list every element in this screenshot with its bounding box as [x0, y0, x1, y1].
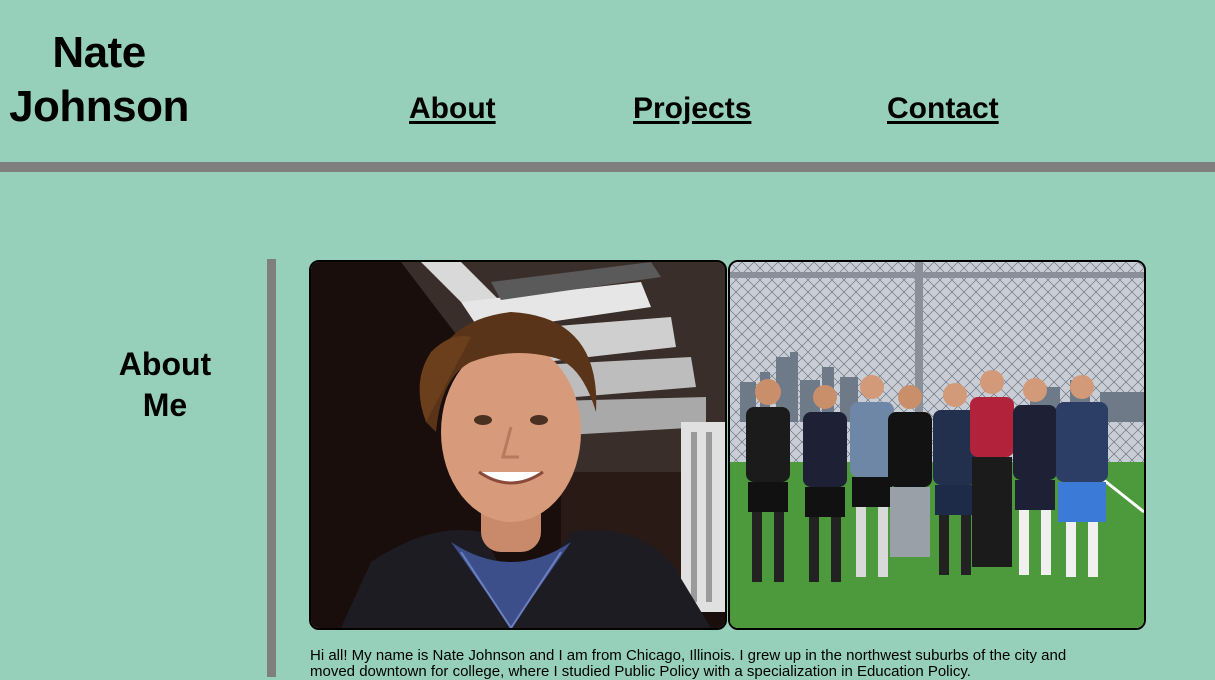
site-name-last: Johnson [9, 82, 189, 131]
site-logo[interactable]: Nate Johnson [8, 26, 190, 134]
portrait-photo [309, 260, 727, 630]
bio-line-1: Hi all! My name is Nate Johnson and I am… [310, 647, 1067, 664]
about-section-title: About Me [100, 344, 230, 426]
about-bio: Hi all! My name is Nate Johnson and I am… [310, 648, 1110, 680]
about-title-line2: Me [142, 387, 188, 423]
nav-link-contact[interactable]: Contact [887, 92, 999, 126]
bio-line-2: moved downtown for college, where I stud… [310, 663, 971, 680]
header-divider [0, 162, 1215, 172]
section-vertical-rule [267, 259, 276, 677]
about-title-line1: About [118, 346, 212, 382]
nav-link-about[interactable]: About [409, 92, 496, 126]
nav-link-projects[interactable]: Projects [633, 92, 751, 126]
team-photo [728, 260, 1146, 630]
site-name-first: Nate [52, 28, 146, 77]
site-header: Nate Johnson About Projects Contact [0, 0, 1215, 162]
